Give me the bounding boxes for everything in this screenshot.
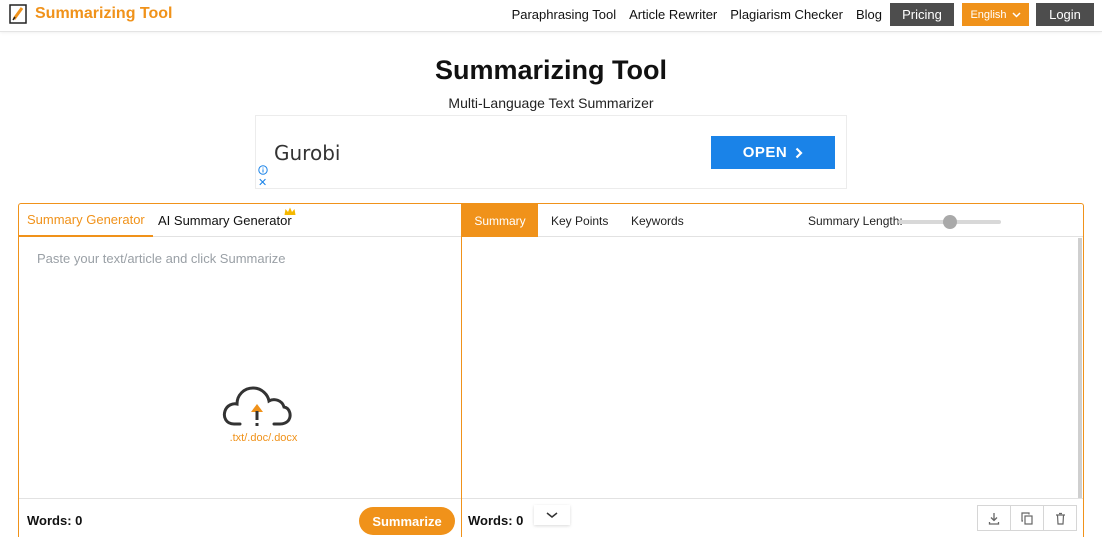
- copy-button[interactable]: [1010, 505, 1044, 531]
- login-button[interactable]: Login: [1036, 3, 1094, 26]
- language-label: English: [970, 8, 1007, 21]
- copy-icon: [1021, 511, 1033, 525]
- nav-links: Paraphrasing Tool Article Rewriter Plagi…: [512, 3, 1094, 26]
- tab-ai-summary-generator[interactable]: AI Summary Generator: [158, 204, 292, 237]
- logo-icon: [9, 4, 27, 24]
- output-scrollbar[interactable]: [1078, 238, 1082, 498]
- summarize-button[interactable]: Summarize: [359, 507, 455, 535]
- nav-link-article-rewriter[interactable]: Article Rewriter: [629, 7, 717, 22]
- ad-advertiser-name: Gurobi: [274, 141, 341, 165]
- output-tabs: Summary Key Points Keywords Summary Leng…: [462, 204, 1083, 237]
- upload-formats: .txt/.doc/.docx: [229, 432, 298, 444]
- cloud-upload-icon[interactable]: [222, 384, 292, 430]
- input-word-count: Words: 0: [27, 513, 83, 528]
- crown-icon: [284, 207, 296, 215]
- output-actions: [977, 505, 1077, 531]
- summary-output-area[interactable]: [462, 238, 1083, 498]
- chevron-down-icon: [546, 512, 558, 518]
- output-footer: Words: 0: [462, 498, 1083, 538]
- summarizer-tool: Summary Generator AI Summary Generator P…: [18, 203, 1084, 537]
- download-button[interactable]: [977, 505, 1011, 531]
- tab-key-points[interactable]: Key Points: [551, 204, 608, 237]
- ad-open-button[interactable]: OPEN: [711, 136, 835, 169]
- page-title: Summarizing Tool: [434, 55, 667, 85]
- advertisement-banner[interactable]: Gurobi OPEN ✕: [255, 115, 847, 189]
- chevron-right-icon: [795, 147, 803, 158]
- input-panel: Summary Generator AI Summary Generator P…: [19, 204, 462, 537]
- top-navbar: Summarizing Tool Paraphrasing Tool Artic…: [0, 0, 1102, 32]
- tab-summary[interactable]: Summary: [462, 204, 538, 237]
- text-input-area[interactable]: Paste your text/article and click Summar…: [19, 238, 461, 498]
- output-panel: Summary Key Points Keywords Summary Leng…: [462, 204, 1083, 537]
- tab-keywords[interactable]: Keywords: [631, 204, 684, 237]
- input-tabs: Summary Generator AI Summary Generator: [19, 204, 461, 237]
- tab-summary-generator[interactable]: Summary Generator: [19, 204, 153, 237]
- nav-link-blog[interactable]: Blog: [856, 7, 882, 22]
- input-footer: Words: 0 Summarize: [19, 498, 461, 538]
- clear-button[interactable]: [1043, 505, 1077, 531]
- page-subtitle: Multi-Language Text Summarizer: [448, 95, 654, 111]
- nav-link-paraphrasing-tool[interactable]: Paraphrasing Tool: [512, 7, 617, 22]
- language-select[interactable]: English: [962, 3, 1029, 26]
- nav-link-plagiarism-checker[interactable]: Plagiarism Checker: [730, 7, 843, 22]
- slider-thumb[interactable]: [942, 215, 957, 229]
- download-icon: [988, 512, 1000, 525]
- brand-name: Summarizing Tool: [35, 5, 173, 22]
- input-placeholder: Paste your text/article and click Summar…: [37, 251, 286, 266]
- output-options-dropdown[interactable]: [534, 505, 570, 525]
- brand-logo[interactable]: Summarizing Tool: [9, 4, 172, 24]
- ad-close-icon[interactable]: ✕: [258, 178, 267, 189]
- ad-open-label: OPEN: [742, 144, 788, 161]
- trash-icon: [1055, 512, 1065, 525]
- chevron-down-icon: [1012, 11, 1021, 18]
- summary-length-label: Summary Length:: [808, 214, 903, 228]
- ad-info-icon[interactable]: [258, 165, 268, 175]
- summary-length-slider[interactable]: [898, 215, 1001, 229]
- pricing-button[interactable]: Pricing: [890, 3, 954, 26]
- output-word-count: Words: 0: [468, 513, 524, 528]
